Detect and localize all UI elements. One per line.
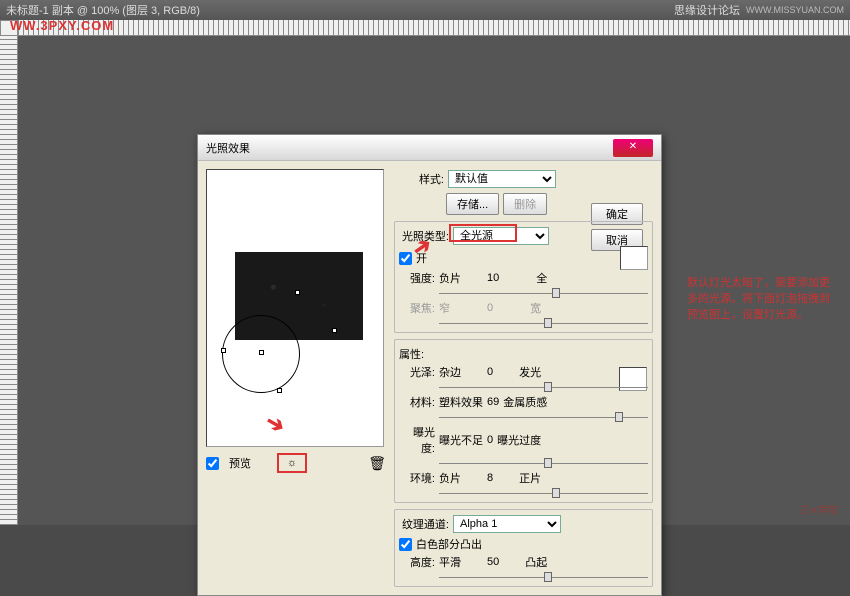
watermark-text: WW.3PXY.COM (10, 18, 114, 33)
preview-panel[interactable] (206, 169, 384, 447)
document-title: 未标题-1 副本 @ 100% (图层 3, RGB/8) (6, 2, 200, 18)
forum-name: 思缘设计论坛 (674, 2, 740, 18)
texture-channel-select[interactable]: Alpha 1 (453, 515, 561, 533)
annotation-text: 默认灯光太暗了，需要添加更多的光源。将下面灯泡拖拽到预览图上，设置灯光源。 (687, 275, 837, 323)
light-color-swatch[interactable] (620, 246, 648, 270)
style-select[interactable]: 默认值 (448, 170, 556, 188)
focus-slider (439, 316, 648, 330)
gloss-slider[interactable] (439, 380, 648, 394)
add-light-bulb[interactable]: ☼ (277, 453, 307, 473)
app-title-bar: 未标题-1 副本 @ 100% (图层 3, RGB/8) 思缘设计论坛 WWW… (0, 0, 850, 20)
bottom-watermark: 三✕学院 (800, 502, 838, 517)
ruler-horizontal[interactable] (18, 20, 850, 36)
dialog-title-bar[interactable]: 光照效果 ✕ (198, 135, 661, 161)
preview-checkbox[interactable] (206, 457, 219, 470)
light-handle[interactable] (221, 348, 226, 353)
light-handle[interactable] (277, 388, 282, 393)
white-high-label: 白色部分凸出 (416, 536, 482, 552)
focus-label: 聚焦: (399, 300, 435, 316)
close-button[interactable]: ✕ (613, 139, 653, 157)
trash-icon[interactable]: 🗑 (368, 455, 386, 472)
lighting-effects-dialog: 光照效果 ✕ 预览 ☼ 🗑 ➔ 确定 (197, 134, 662, 596)
properties-label: 属性: (399, 346, 449, 362)
texture-channel-label: 纹理通道: (399, 516, 449, 532)
ruler-vertical[interactable] (0, 36, 18, 525)
ambience-slider[interactable] (439, 486, 648, 500)
intensity-slider[interactable] (439, 286, 648, 300)
preview-label: 预览 (229, 455, 251, 471)
light-center-handle[interactable] (259, 350, 264, 355)
light-on-checkbox[interactable] (399, 252, 412, 265)
highlight-box (449, 224, 517, 242)
intensity-label: 强度: (399, 270, 435, 286)
save-button[interactable]: 存储... (446, 193, 499, 215)
material-slider[interactable] (439, 410, 648, 424)
site-url: WWW.MISSYUAN.COM (746, 5, 844, 15)
delete-button[interactable]: 删除 (503, 193, 547, 215)
height-slider[interactable] (439, 570, 648, 584)
white-high-checkbox[interactable] (399, 538, 412, 551)
exposure-slider[interactable] (439, 456, 648, 470)
style-label: 样式: (394, 171, 444, 187)
dialog-title: 光照效果 (206, 140, 250, 156)
light-handle[interactable] (295, 290, 300, 295)
light-handle[interactable] (332, 328, 337, 333)
